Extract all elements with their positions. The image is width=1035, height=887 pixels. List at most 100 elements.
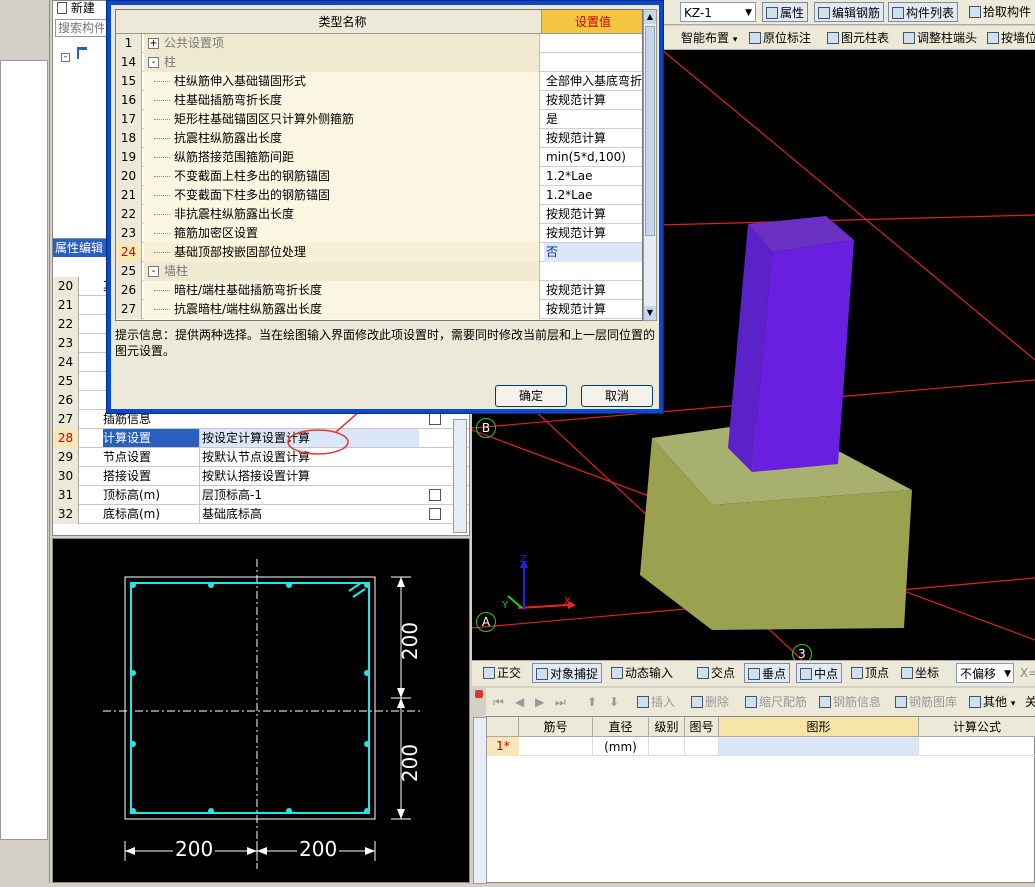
settings-row[interactable]: 18 抗震柱纵筋露出长度 按规范计算 <box>116 129 642 148</box>
setting-value[interactable]: min(5*d,100) <box>544 148 642 167</box>
setting-value[interactable]: 否 <box>544 243 642 262</box>
vertex-snap-button[interactable]: 顶点 <box>848 663 892 683</box>
cell-formula[interactable] <box>919 737 1035 756</box>
property-checkbox[interactable] <box>429 413 441 425</box>
scroll-down-icon[interactable]: ▼ <box>644 306 656 320</box>
settings-row[interactable]: 21 不变截面下柱多出的钢筋锚固 1.2*Lae <box>116 186 642 205</box>
property-row[interactable]: 31 顶标高(m) 层顶标高-1 <box>53 486 469 505</box>
expand-icon[interactable]: + <box>148 38 159 49</box>
setting-value[interactable]: 按规范计算 <box>544 281 642 300</box>
setting-value[interactable]: 1.2*Lae <box>544 186 642 205</box>
next-record-button[interactable]: ▶ <box>532 692 547 712</box>
settings-row[interactable]: 19 纵筋搭接范围箍筋间距 min(5*d,100) <box>116 148 642 167</box>
setting-value[interactable]: 按规范计算 <box>544 224 642 243</box>
property-checkbox[interactable] <box>429 508 441 520</box>
cell-grade[interactable] <box>649 737 685 756</box>
scroll-thumb[interactable] <box>645 26 655 236</box>
setting-value[interactable]: 是 <box>544 110 642 129</box>
object-snap-button[interactable]: 对象捕捉 <box>532 663 603 683</box>
rebar-pane-close-icon[interactable] <box>475 690 483 698</box>
setting-value[interactable]: 按规范计算 <box>544 91 642 110</box>
settings-row[interactable]: 22 非抗震柱纵筋露出长度 按规范计算 <box>116 205 642 224</box>
move-up-button[interactable]: ⬆ <box>584 692 600 712</box>
properties-button[interactable]: 属性 <box>762 2 809 22</box>
pick-component-button[interactable]: 拾取构件 <box>966 2 1034 22</box>
first-record-button[interactable]: ⏮ <box>490 692 507 712</box>
in-place-label-button[interactable]: 原位标注 <box>746 28 814 48</box>
cancel-button[interactable]: 取消 <box>581 385 653 407</box>
settings-row[interactable]: 24 基础顶部按嵌固部位处理 否 <box>116 243 642 262</box>
component-list-button[interactable]: 构件列表 <box>888 2 959 22</box>
smart-layout-button[interactable]: 智能布置 ▾ <box>678 28 740 48</box>
setting-value[interactable]: 按规范计算 <box>544 205 642 224</box>
chevron-down-icon: ▼ <box>745 8 752 18</box>
adjust-column-end-button[interactable]: 调整柱端头 <box>900 28 980 48</box>
insert-button[interactable]: 插入 <box>634 692 678 712</box>
edit-rebar-button[interactable]: 编辑钢筋 <box>814 2 885 22</box>
setting-value[interactable]: 全部伸入基底弯折 <box>544 72 642 91</box>
property-checkbox[interactable] <box>429 489 441 501</box>
close-rebar-button[interactable]: 关 <box>1022 692 1035 712</box>
cell-diameter[interactable] <box>593 737 649 756</box>
rebar-library-button[interactable]: 钢筋图库 <box>892 692 960 712</box>
setting-value[interactable]: 按规范计算 <box>544 129 642 148</box>
setting-value[interactable]: 1.2*Lae <box>544 167 642 186</box>
settings-scrollbar[interactable]: ▲ ▼ <box>643 9 657 321</box>
property-row[interactable]: 30 搭接设置 按默认搭接设置计算 <box>53 467 469 486</box>
property-row[interactable]: 28 计算设置 按设定计算设置计算 <box>53 429 469 448</box>
collapse-icon[interactable]: - <box>148 57 159 68</box>
settings-row[interactable]: 27 抗震暗柱/端柱纵筋露出长度 按规范计算 <box>116 300 642 319</box>
property-value[interactable]: 基础底标高 <box>199 505 419 523</box>
settings-section-row[interactable]: 14- 柱 <box>116 53 642 72</box>
property-value[interactable]: 按默认节点设置计算 <box>199 448 419 466</box>
row-number: 19 <box>116 148 142 167</box>
cell-shape[interactable] <box>719 737 919 756</box>
property-row[interactable]: 29 节点设置 按默认节点设置计算 <box>53 448 469 467</box>
collapse-icon[interactable]: - <box>148 266 159 277</box>
property-value[interactable]: 层顶标高-1 <box>199 486 419 504</box>
rebar-left-scroll[interactable] <box>473 717 487 884</box>
settings-row[interactable]: 26 暗柱/端柱基础插筋弯折长度 按规范计算 <box>116 281 642 300</box>
last-record-button[interactable]: ⏭ <box>552 692 569 712</box>
row-number: 18 <box>116 129 142 148</box>
property-value[interactable]: 按默认搭接设置计算 <box>199 467 419 485</box>
scroll-up-icon[interactable]: ▲ <box>644 10 656 24</box>
perpendicular-snap-button[interactable]: 垂点 <box>744 663 791 683</box>
setting-name-cell: 不变截面下柱多出的钢筋锚固 <box>144 186 540 205</box>
collapse-icon[interactable]: - <box>61 53 70 62</box>
settings-row[interactable]: 23 箍筋加密区设置 按规范计算 <box>116 224 642 243</box>
coordinate-snap-button[interactable]: 坐标 <box>898 663 942 683</box>
element-select[interactable]: KZ-1 ▼ <box>680 2 756 22</box>
other-menu-button[interactable]: 其他 ▾ <box>966 692 1018 712</box>
offset-select[interactable]: 不偏移 ▼ <box>956 663 1014 683</box>
table-row[interactable]: 1* <box>487 737 1035 756</box>
scale-rebar-button[interactable]: 缩尺配筋 <box>742 692 810 712</box>
tree-root[interactable]: - <box>61 47 101 63</box>
element-column-table-button[interactable]: 图元柱表 <box>824 28 892 48</box>
settings-section-row[interactable]: 1 + 公共设置项 <box>116 34 642 53</box>
settings-row[interactable]: 17 矩形柱基础锚固区只计算外侧箍筋 是 <box>116 110 642 129</box>
cell-figure[interactable] <box>685 737 719 756</box>
tree-line <box>154 233 170 234</box>
ortho-button[interactable]: 正交 <box>480 663 524 683</box>
delete-button[interactable]: 删除 <box>688 692 732 712</box>
new-button[interactable]: 新建 <box>57 0 95 17</box>
ok-button[interactable]: 确定 <box>495 385 567 407</box>
settings-section-row[interactable]: 25- 墙柱 <box>116 262 642 281</box>
settings-row[interactable]: 16 柱基础插筋弯折长度 按规范计算 <box>116 91 642 110</box>
dynamic-input-button[interactable]: 动态输入 <box>608 663 676 683</box>
settings-row[interactable]: 20 不变截面上柱多出的钢筋锚固 1.2*Lae <box>116 167 642 186</box>
midpoint-snap-button[interactable]: 中点 <box>796 663 843 683</box>
property-value[interactable]: 按设定计算设置计算 <box>199 429 419 447</box>
property-scrollbar[interactable] <box>453 419 467 533</box>
by-wall-button[interactable]: 按墙位 <box>984 28 1035 48</box>
rebar-info-button[interactable]: 钢筋信息 <box>816 692 884 712</box>
component-search-input[interactable] <box>55 19 107 37</box>
prev-record-button[interactable]: ◀ <box>512 692 527 712</box>
move-down-button[interactable]: ⬇ <box>606 692 622 712</box>
cell-number[interactable] <box>519 737 593 756</box>
settings-row[interactable]: 15 柱纵筋伸入基础锚固形式 全部伸入基底弯折 <box>116 72 642 91</box>
setting-value[interactable]: 按规范计算 <box>544 300 642 319</box>
intersection-snap-button[interactable]: 交点 <box>694 663 738 683</box>
property-row[interactable]: 32 底标高(m) 基础底标高 <box>53 505 469 524</box>
